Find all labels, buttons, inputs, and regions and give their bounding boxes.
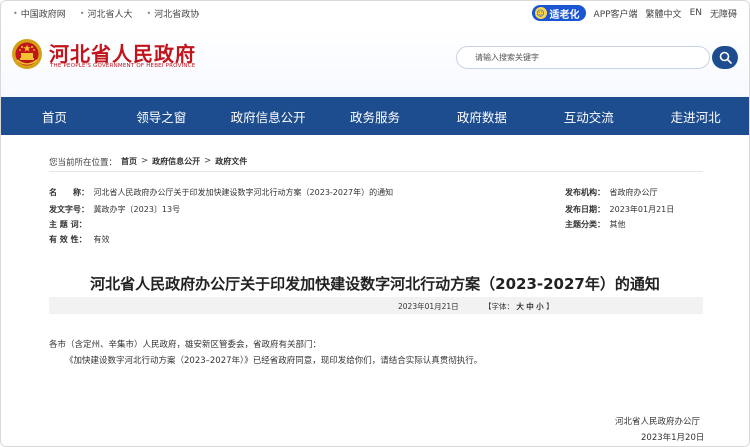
meta-date-value: 2023年01月21日 <box>609 205 675 214</box>
document-body: 《加快建设数字河北行动方案（2023–2027年）》已经省政府同意，现印发给你们… <box>65 356 483 366</box>
document-signer: 河北省人民政府办公厅 <box>615 417 701 427</box>
divider <box>49 171 703 172</box>
font-size-controls: 【字体： 大 中 小 】 <box>484 301 554 312</box>
article-content: 您当前所在位置： 首页 > 政府信息公开 > 政府文件 名 称： 河北省人民政府… <box>1 135 749 446</box>
breadcrumb-info[interactable]: 政府信息公开 <box>152 156 200 168</box>
meta-subject-label: 主 题 词： <box>49 220 87 229</box>
site-logo-subtitle: THE PEOPLE'S GOVERNMENT OF HEBEI PROVINC… <box>50 63 196 69</box>
breadcrumb-sep: > <box>141 156 149 166</box>
search-box <box>456 46 710 69</box>
site-header: 河北省人民政府 THE PEOPLE'S GOVERNMENT OF HEBEI… <box>1 25 749 97</box>
meta-subject-row: 主 题 词： <box>49 219 91 230</box>
top-links: 中国政府网 河北省人大 河北省政协 <box>13 7 199 20</box>
document-addressee: 各市（含定州、辛集市）人民政府，雄安新区管委会，省政府有关部门： <box>49 340 322 350</box>
document-date: 2023年01月21日 <box>398 302 459 311</box>
top-strip: 中国政府网 河北省人大 河北省政协 ☺ 适老化 APP客户端 繁體中文 EN 无… <box>1 1 749 25</box>
meta-validity-value: 有效 <box>93 235 110 244</box>
meta-issuer-row: 发布机构： 省政府办公厅 <box>565 187 658 198</box>
english-link[interactable]: EN <box>690 8 702 18</box>
breadcrumb-docs[interactable]: 政府文件 <box>215 156 247 168</box>
breadcrumb: 您当前所在位置： 首页 > 政府信息公开 > 政府文件 <box>49 156 247 168</box>
search-button[interactable] <box>712 46 738 69</box>
breadcrumb-sep: > <box>204 156 212 166</box>
font-size-large[interactable]: 大 <box>516 302 524 311</box>
document-title: 河北省人民政府办公厅关于印发加快建设数字河北行动方案（2023-2027年）的通… <box>90 275 660 293</box>
nav-gov-data[interactable]: 政府数据 <box>428 97 535 135</box>
meta-name-label: 名 称： <box>49 188 89 197</box>
font-label-close: 】 <box>546 302 554 311</box>
meta-date-row: 发布日期： 2023年01月21日 <box>565 204 674 215</box>
document-sign-date: 2023年1月20日 <box>641 433 705 443</box>
font-size-medium[interactable]: 中 <box>526 302 534 311</box>
meta-category-row: 主题分类： 其他 <box>565 219 626 230</box>
top-link-gov[interactable]: 中国政府网 <box>13 7 66 20</box>
nav-interaction[interactable]: 互动交流 <box>535 97 642 135</box>
meta-docno-label: 发文字号： <box>49 205 89 214</box>
font-size-small[interactable]: 小 <box>536 302 544 311</box>
meta-docno-row: 发文字号： 冀政办字〔2023〕13号 <box>49 204 180 215</box>
meta-category-label: 主题分类： <box>565 220 605 229</box>
breadcrumb-prefix: 您当前所在位置： <box>49 158 118 168</box>
top-link-cppcc[interactable]: 河北省政协 <box>146 7 199 20</box>
top-right-tools: ☺ 适老化 APP客户端 繁體中文 EN 无障碍 <box>531 5 737 21</box>
meta-name-value: 河北省人民政府办公厅关于印发加快建设数字河北行动方案（2023-2027年）的通… <box>93 188 394 197</box>
font-label: 【字体： <box>484 302 514 311</box>
accessibility-link[interactable]: 无障碍 <box>710 7 737 20</box>
meta-validity-row: 有 效 性： 有效 <box>49 234 110 245</box>
top-link-npc[interactable]: 河北省人大 <box>80 7 132 20</box>
date-font-bar: 2023年01月21日 【字体： 大 中 小 】 <box>49 297 703 314</box>
nav-gov-services[interactable]: 政务服务 <box>322 97 429 135</box>
search-icon <box>719 51 732 64</box>
national-emblem-icon <box>12 39 42 69</box>
nav-about-hebei[interactable]: 走进河北 <box>642 97 749 135</box>
meta-validity-label: 有 效 性： <box>49 235 87 244</box>
browser-page: 中国政府网 河北省人大 河北省政协 ☺ 适老化 APP客户端 繁體中文 EN 无… <box>0 0 750 447</box>
search-input[interactable] <box>473 52 677 63</box>
traditional-chinese-link[interactable]: 繁體中文 <box>646 7 682 20</box>
elder-mode-label: 适老化 <box>549 9 580 21</box>
main-nav: 首页 领导之窗 政府信息公开 政务服务 政府数据 互动交流 走进河北 <box>1 97 749 135</box>
nav-home[interactable]: 首页 <box>1 97 108 135</box>
meta-date-label: 发布日期： <box>565 205 605 214</box>
elder-icon: ☺ <box>534 7 547 19</box>
meta-docno-value: 冀政办字〔2023〕13号 <box>93 205 181 214</box>
meta-name-row: 名 称： 河北省人民政府办公厅关于印发加快建设数字河北行动方案（2023-202… <box>49 187 393 198</box>
meta-issuer-label: 发布机构： <box>565 188 605 197</box>
nav-info-disclosure[interactable]: 政府信息公开 <box>215 97 322 135</box>
elder-mode-button[interactable]: ☺ 适老化 <box>531 5 586 21</box>
meta-category-value: 其他 <box>609 220 626 229</box>
app-client-link[interactable]: APP客户端 <box>594 7 638 20</box>
meta-issuer-value: 省政府办公厅 <box>609 188 658 197</box>
nav-leaders[interactable]: 领导之窗 <box>108 97 215 135</box>
breadcrumb-home[interactable]: 首页 <box>121 156 137 168</box>
